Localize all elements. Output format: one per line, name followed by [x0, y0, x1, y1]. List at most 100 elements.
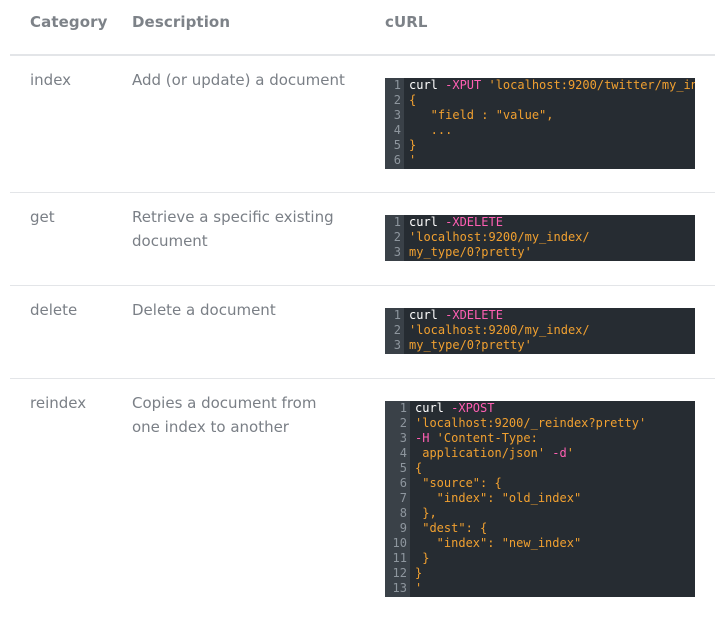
- code-line: }: [415, 551, 695, 566]
- table-row-index: index Add (or update) a document 123456 …: [10, 56, 715, 193]
- row-description: Add (or update) a document: [132, 71, 345, 89]
- code-token: "dest": {: [415, 521, 488, 535]
- line-number: 4: [399, 446, 407, 460]
- code-token: 'localhost:9200/_reindex?pretty': [415, 416, 647, 430]
- code-token: }: [415, 566, 423, 580]
- line-number: 2: [393, 323, 401, 337]
- code-block[interactable]: 123456 curl -XPUT 'localhost:9200/twitte…: [385, 78, 695, 169]
- line-number: 8: [399, 506, 407, 520]
- row-description: Delete a document: [132, 301, 276, 319]
- line-number-gutter: 123: [385, 215, 404, 261]
- code-token: "index": "old_index": [415, 491, 582, 505]
- code-token: my_type/0?pretty': [409, 245, 532, 259]
- line-number: 3: [393, 245, 401, 259]
- table-header: Category Description cURL: [10, 0, 715, 56]
- code-line: curl -XPUT 'localhost:9200/twitter/my_in…: [409, 78, 695, 93]
- line-number: 3: [393, 108, 401, 122]
- code-token: ': [409, 153, 417, 167]
- code-token: ': [566, 446, 574, 460]
- code-block[interactable]: 123 curl -XDELETE'localhost:9200/my_inde…: [385, 215, 695, 261]
- code-lines: curl -XDELETE'localhost:9200/my_index/my…: [404, 308, 695, 354]
- code-token: 'localhost:9200/my_index/: [409, 230, 590, 244]
- line-number: 3: [393, 338, 401, 352]
- code-token: "index": "new_index": [415, 536, 582, 550]
- row-description: Copies a document from one index to anot…: [132, 394, 317, 436]
- code-token: curl: [415, 401, 452, 415]
- line-number: 2: [399, 416, 407, 430]
- code-token: {: [415, 461, 423, 475]
- code-line: "index": "old_index": [415, 491, 695, 506]
- code-line: "field : "value",: [409, 108, 695, 123]
- line-number: 12: [392, 566, 407, 580]
- code-line: ...: [409, 123, 695, 138]
- code-line: {: [409, 93, 695, 108]
- code-line: curl -XDELETE: [409, 215, 695, 230]
- line-number: 9: [399, 521, 407, 535]
- code-line: curl -XPOST: [415, 401, 695, 416]
- code-line: ': [415, 581, 695, 596]
- code-block[interactable]: 1 2 3 4 5 6 7 8 9 10 11 12 13 curl -XPOST'localhost:…: [385, 401, 695, 597]
- code-token: "field : "value",: [409, 108, 554, 122]
- code-token: }: [409, 138, 417, 152]
- code-line: "source": {: [415, 476, 695, 491]
- line-number: 1: [393, 78, 401, 92]
- line-number-gutter: 1 2 3 4 5 6 7 8 9 10 11 12 13: [385, 401, 410, 597]
- code-token: "source": {: [415, 476, 502, 490]
- code-token: -H: [415, 431, 430, 445]
- code-lines: curl -XDELETE'localhost:9200/my_index/my…: [404, 215, 695, 261]
- code-line: "index": "new_index": [415, 536, 695, 551]
- code-token: curl: [409, 78, 446, 92]
- code-line: }: [415, 566, 695, 581]
- code-token: },: [415, 506, 437, 520]
- code-token: -XPOST: [451, 401, 495, 415]
- line-number: 4: [393, 123, 401, 137]
- code-line: application/json' -d': [415, 446, 695, 461]
- line-number: 1: [399, 401, 407, 415]
- line-number: 5: [399, 461, 407, 475]
- code-line: ': [409, 153, 695, 168]
- row-category: get: [30, 208, 55, 226]
- code-lines: curl -XPOST'localhost:9200/_reindex?pret…: [410, 401, 695, 597]
- code-token: -d: [545, 446, 567, 460]
- code-token: 'localhost:9200/my_index/: [409, 323, 590, 337]
- code-token: application/json': [415, 446, 546, 460]
- line-number: 2: [393, 93, 401, 107]
- line-number-gutter: 123: [385, 308, 404, 354]
- code-line: "dest": {: [415, 521, 695, 536]
- line-number-gutter: 123456: [385, 78, 404, 169]
- code-token: curl: [409, 308, 446, 322]
- code-token: {: [409, 93, 417, 107]
- code-line: my_type/0?pretty': [409, 338, 695, 353]
- row-category: delete: [30, 301, 78, 319]
- code-lines: curl -XPUT 'localhost:9200/twitter/my_in…: [404, 78, 695, 169]
- code-token: my_type/0?pretty': [409, 338, 532, 352]
- header-description: Description: [132, 13, 231, 31]
- code-token: -XDELETE: [445, 215, 503, 229]
- code-line: 'localhost:9200/my_index/: [409, 230, 695, 245]
- code-block[interactable]: 123 curl -XDELETE'localhost:9200/my_inde…: [385, 308, 695, 354]
- line-number: 6: [393, 153, 401, 167]
- row-category: reindex: [30, 394, 87, 412]
- code-line: curl -XDELETE: [409, 308, 695, 323]
- header-category: Category: [30, 13, 108, 31]
- code-token: ...: [409, 123, 453, 137]
- code-line: 'localhost:9200/_reindex?pretty': [415, 416, 695, 431]
- line-number: 1: [393, 215, 401, 229]
- header-curl: cURL: [385, 13, 428, 31]
- line-number: 11: [392, 551, 407, 565]
- line-number: 3: [399, 431, 407, 445]
- line-number: 7: [399, 491, 407, 505]
- code-line: {: [415, 461, 695, 476]
- line-number: 13: [392, 581, 407, 595]
- code-token: -XPUT: [445, 78, 482, 92]
- code-line: -H 'Content-Type:: [415, 431, 695, 446]
- line-number: 1: [393, 308, 401, 322]
- line-number: 2: [393, 230, 401, 244]
- code-token: ': [415, 581, 423, 595]
- line-number: 6: [399, 476, 407, 490]
- row-description: Retrieve a specific existing document: [132, 208, 334, 250]
- code-token: curl: [409, 215, 446, 229]
- code-token: 'Content-Type:: [429, 431, 538, 445]
- code-line: },: [415, 506, 695, 521]
- row-category: index: [30, 71, 72, 89]
